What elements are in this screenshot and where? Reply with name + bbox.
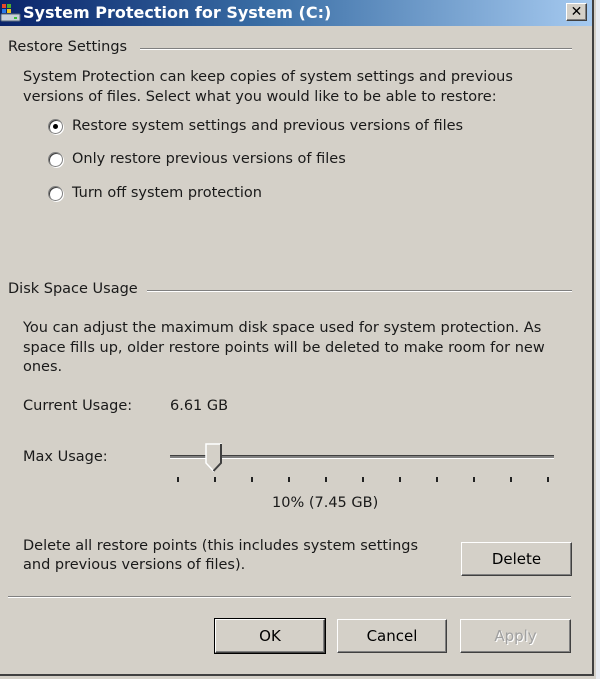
- disk-description-line1: You can adjust the maximum disk space us…: [23, 320, 542, 336]
- footer-separator: [8, 596, 571, 598]
- slider-tick: [473, 477, 475, 482]
- close-button[interactable]: ✕: [566, 3, 587, 21]
- delete-button[interactable]: Delete: [461, 542, 572, 576]
- radio-restore-settings-and-files[interactable]: Restore system settings and previous ver…: [48, 118, 463, 134]
- slider-tick: [325, 477, 327, 482]
- restore-settings-group-label: Restore Settings: [8, 39, 128, 55]
- slider-tick: [547, 477, 549, 482]
- max-usage-slider-track[interactable]: [170, 455, 554, 459]
- radio-label: Only restore previous versions of files: [72, 151, 346, 167]
- ok-button-label: OK: [259, 627, 281, 645]
- radio-turn-off-protection[interactable]: Turn off system protection: [48, 185, 262, 201]
- delete-description-line2: and previous versions of files).: [23, 557, 246, 573]
- system-protection-dialog: System Protection for System (C:) ✕ Rest…: [0, 0, 594, 676]
- disk-space-divider: [147, 290, 572, 292]
- window-title: System Protection for System (C:): [23, 3, 332, 22]
- close-icon: ✕: [570, 4, 583, 20]
- disk-description-line2: space fills up, older restore points wil…: [23, 340, 545, 356]
- restore-description-line2: versions of files. Select what you would…: [23, 89, 497, 105]
- slider-tick: [399, 477, 401, 482]
- radio-label: Turn off system protection: [72, 185, 262, 201]
- slider-tick: [251, 477, 253, 482]
- ok-button[interactable]: OK: [214, 618, 326, 654]
- radio-button[interactable]: [48, 151, 63, 167]
- delete-button-label: Delete: [491, 550, 542, 568]
- max-usage-slider-thumb[interactable]: [205, 443, 223, 473]
- slider-tick: [362, 477, 364, 482]
- radio-only-previous-versions[interactable]: Only restore previous versions of files: [48, 151, 346, 167]
- slider-tick: [436, 477, 438, 482]
- radio-button[interactable]: [48, 185, 63, 201]
- disk-description-line3: ones.: [23, 359, 63, 375]
- desktop-background: [596, 0, 600, 679]
- disk-space-group-label: Disk Space Usage: [8, 281, 138, 297]
- restore-settings-divider: [140, 48, 572, 50]
- current-usage-value: 6.61 GB: [170, 398, 229, 414]
- radio-label: Restore system settings and previous ver…: [72, 118, 464, 134]
- cancel-button[interactable]: Cancel: [337, 619, 447, 653]
- radio-button-checked[interactable]: [48, 118, 63, 134]
- slider-tick: [177, 477, 179, 482]
- max-usage-readout: 10% (7.45 GB): [272, 495, 379, 511]
- title-bar[interactable]: System Protection for System (C:) ✕: [0, 0, 592, 26]
- apply-button[interactable]: Apply: [460, 619, 571, 653]
- restore-description-line1: System Protection can keep copies of sys…: [23, 69, 513, 85]
- max-usage-label: Max Usage:: [23, 449, 108, 465]
- delete-description-line1: Delete all restore points (this includes…: [23, 538, 419, 554]
- slider-tick: [214, 477, 216, 482]
- slider-tick: [288, 477, 290, 482]
- slider-tick: [510, 477, 512, 482]
- system-properties-icon: [0, 4, 21, 22]
- cancel-button-label: Cancel: [366, 627, 418, 645]
- apply-button-label: Apply: [494, 627, 537, 645]
- current-usage-label: Current Usage:: [23, 398, 133, 414]
